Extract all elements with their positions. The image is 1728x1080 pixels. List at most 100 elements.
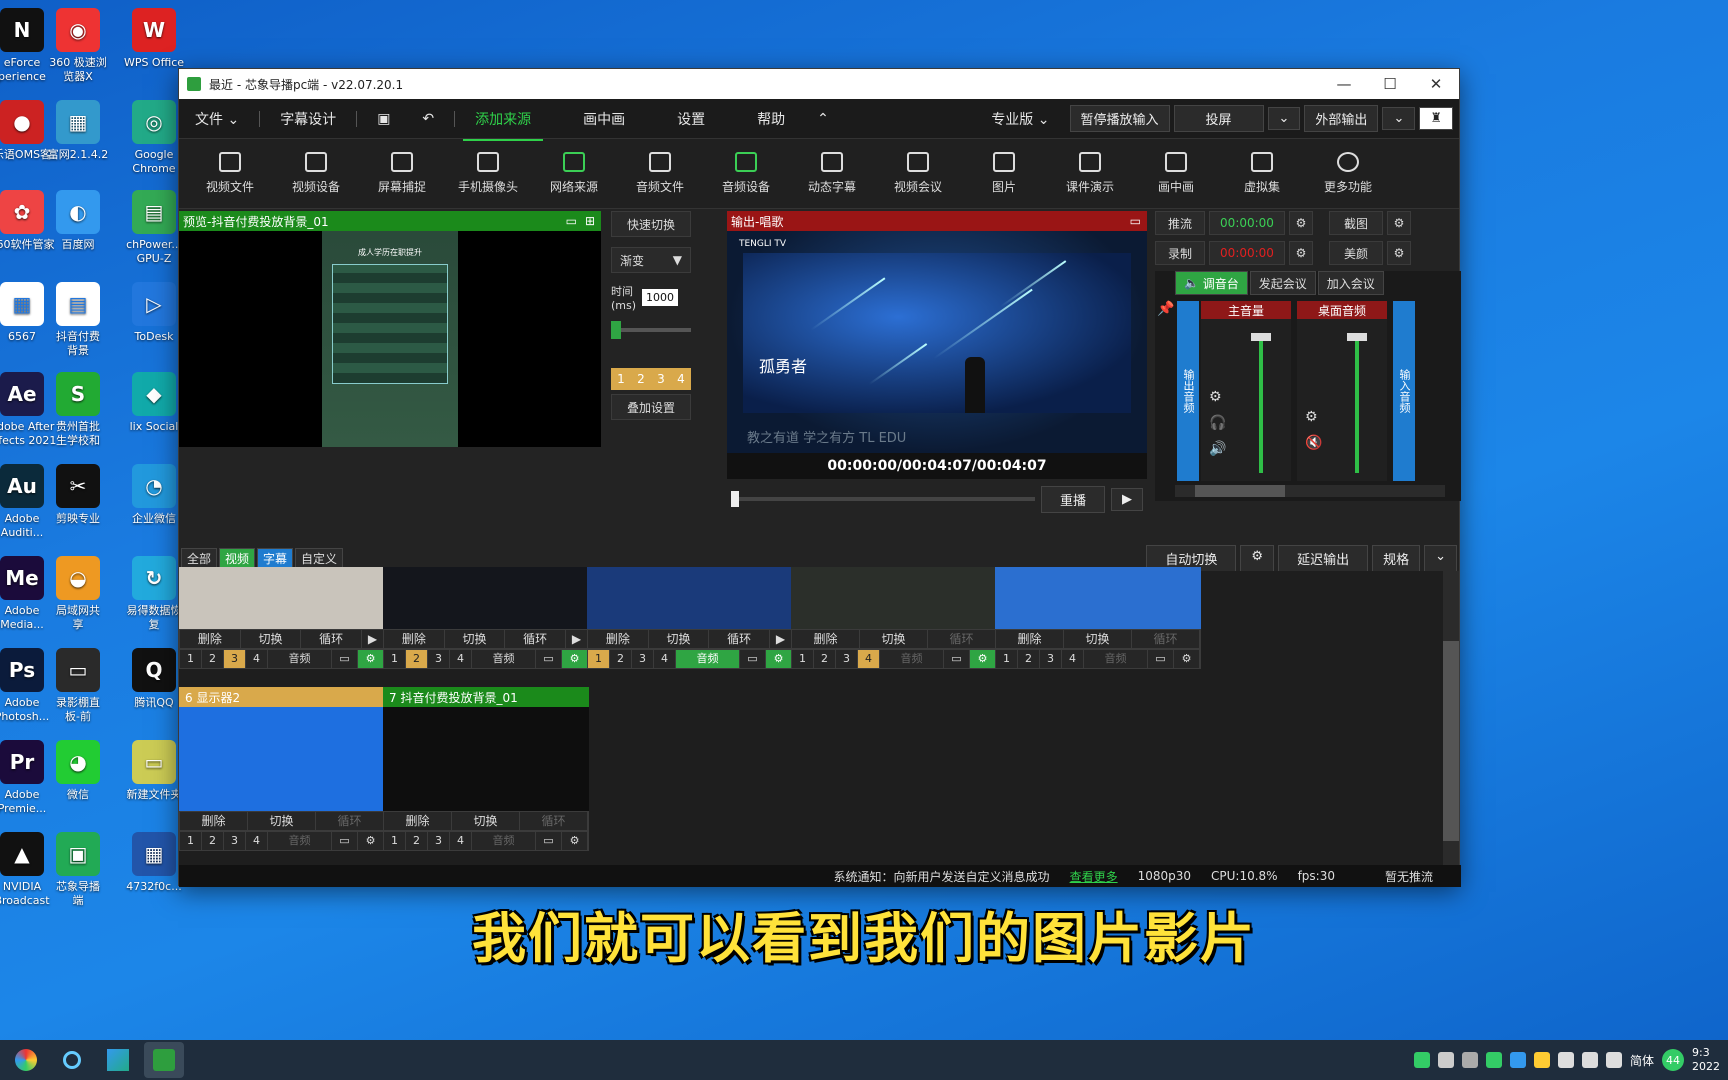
audio-toggle[interactable]: 音频 xyxy=(472,650,536,668)
desktop-icon[interactable]: ▦ 富网2.1.4.2 xyxy=(36,100,120,162)
maximize-button[interactable]: ☐ xyxy=(1367,75,1413,93)
pause-input-button[interactable]: 暂停播放输入 xyxy=(1069,105,1170,132)
tool-button[interactable]: 更多功能 xyxy=(1305,152,1391,195)
preview-screen[interactable]: 成人学历在职提升 xyxy=(179,231,601,447)
layer-number[interactable]: 4 xyxy=(246,832,268,850)
desktop-icon[interactable]: ◉ 360 极速浏 览器X xyxy=(36,8,120,84)
play-tray-icon[interactable] xyxy=(1485,1052,1502,1068)
play-icon[interactable]: ▶ xyxy=(770,630,793,648)
source-thumbnail[interactable] xyxy=(587,567,793,629)
monitor-icon[interactable]: ▭ xyxy=(536,832,562,850)
monitor-icon[interactable]: ▭ xyxy=(332,650,358,668)
audio-toggle[interactable]: 音频 xyxy=(676,650,740,668)
layer-number[interactable]: 4 xyxy=(450,832,472,850)
layer-number[interactable]: 1 xyxy=(792,650,814,668)
display-icon[interactable] xyxy=(1557,1052,1574,1068)
source-card[interactable]: 删除 切换 循环 1 2 3 4 音频 ▭ ⚙ xyxy=(791,567,997,669)
ime-indicator[interactable]: 简体 xyxy=(1630,1052,1654,1069)
monitor-icon[interactable]: ▭ xyxy=(1148,650,1174,668)
edition-select[interactable]: 专业版 ⌄ xyxy=(975,109,1065,129)
switch-button[interactable]: 切换 xyxy=(248,812,316,830)
loop-button[interactable]: 循环 xyxy=(301,630,363,648)
delete-button[interactable]: 删除 xyxy=(384,812,452,830)
tool-button[interactable]: 视频会议 xyxy=(875,152,961,195)
delete-button[interactable]: 删除 xyxy=(180,812,248,830)
main-volume-fader[interactable] xyxy=(1251,333,1271,341)
transition-slider[interactable] xyxy=(611,321,691,339)
source-scrollbar[interactable] xyxy=(1443,571,1459,865)
filter-custom[interactable]: 自定义 xyxy=(295,547,344,569)
source-thumbnail[interactable] xyxy=(179,567,385,629)
volume-icon[interactable] xyxy=(1581,1052,1598,1068)
filter-all[interactable]: 全部 xyxy=(181,547,218,569)
desktop-audio-fader[interactable] xyxy=(1347,333,1367,341)
undo-icon[interactable]: ↶ xyxy=(406,111,450,127)
network-icon[interactable] xyxy=(1509,1052,1526,1068)
layer-number[interactable]: 4 xyxy=(450,650,472,668)
desktop-icon[interactable]: ▤ 抖音付费 背景 xyxy=(36,282,120,358)
quick-switch-button[interactable]: 快速切换 xyxy=(611,211,691,237)
source-card[interactable]: 删除 切换 循环 1 2 3 4 音频 ▭ ⚙ xyxy=(995,567,1201,669)
time-input[interactable]: 1000 xyxy=(642,289,679,306)
tool-button[interactable]: 网络来源 xyxy=(531,152,617,195)
desktop-icon[interactable]: ▭ 录影棚直 板-前 xyxy=(36,648,120,724)
layer-number[interactable]: 1 xyxy=(996,650,1018,668)
tool-button[interactable]: 课件演示 xyxy=(1047,152,1133,195)
gear-icon[interactable]: ⚙ xyxy=(766,650,792,668)
gear-icon[interactable]: ⚙ xyxy=(1305,409,1318,425)
audio-toggle[interactable]: 音频 xyxy=(472,832,536,850)
loop-button[interactable]: 循环 xyxy=(316,812,384,830)
play-icon[interactable]: ▶ xyxy=(1111,487,1143,511)
switch-button[interactable]: 切换 xyxy=(241,630,302,648)
source-thumbnail[interactable] xyxy=(995,567,1201,629)
tab-pip[interactable]: 画中画 xyxy=(567,109,641,129)
play-icon[interactable]: ▶ xyxy=(362,630,385,648)
gear-icon[interactable]: ⚙ xyxy=(358,650,384,668)
delete-button[interactable]: 删除 xyxy=(996,630,1064,648)
layer-number[interactable]: 1 xyxy=(384,832,406,850)
screenshot-gear-icon[interactable]: ⚙ xyxy=(1387,211,1411,235)
switch-button[interactable]: 切换 xyxy=(649,630,710,648)
layer-number[interactable]: 2 xyxy=(202,650,224,668)
audio-toggle[interactable]: 音频 xyxy=(268,832,332,850)
clock[interactable]: 9:3 2022 xyxy=(1692,1046,1720,1074)
headphones-icon[interactable]: 🎧 xyxy=(1209,415,1226,431)
mixer-scrollbar[interactable] xyxy=(1175,485,1445,497)
tool-button[interactable]: 屏幕捕捉 xyxy=(359,152,445,195)
play-icon[interactable]: ▶ xyxy=(566,630,589,648)
source-card[interactable]: 删除 切换 循环 ▶ 1 2 3 4 音频 ▭ ⚙ xyxy=(383,567,589,669)
external-dropdown-icon[interactable]: ⌄ xyxy=(1382,107,1416,130)
switch-button[interactable]: 切换 xyxy=(1064,630,1132,648)
see-more-link[interactable]: 查看更多 xyxy=(1070,868,1118,885)
layer-number[interactable]: 1 xyxy=(588,650,610,668)
monitor-icon[interactable]: ▭ xyxy=(536,650,562,668)
gear-icon[interactable]: ⚙ xyxy=(562,832,588,850)
loop-button[interactable]: 循环 xyxy=(520,812,588,830)
layer-number[interactable]: 4 xyxy=(858,650,880,668)
gear-icon[interactable]: ⚙ xyxy=(1209,389,1222,405)
desktop-icon[interactable]: ◕ 微信 xyxy=(36,740,120,802)
menu-file[interactable]: 文件 ⌄ xyxy=(179,109,255,129)
gear-icon[interactable]: ⚙ xyxy=(358,832,384,850)
monitor-icon[interactable]: ▭ xyxy=(332,832,358,850)
join-meeting-button[interactable]: 加入会议 xyxy=(1317,271,1384,295)
source-card[interactable]: 删除 切换 循环 ▶ 1 2 3 4 音频 ▭ ⚙ xyxy=(179,567,385,669)
source-card[interactable]: 6 显示器2 删除 切换 循环 1 2 3 4 音频 ▭ ⚙ xyxy=(179,687,385,851)
gear-icon[interactable]: ⚙ xyxy=(1174,650,1200,668)
cast-button[interactable]: 投屏 xyxy=(1173,105,1264,132)
tab-help[interactable]: 帮助 xyxy=(741,109,801,129)
tab-mixer[interactable]: 🔈 调音台 xyxy=(1175,271,1248,295)
delete-button[interactable]: 删除 xyxy=(384,630,445,648)
tools-icon[interactable] xyxy=(1461,1052,1478,1068)
external-output-button[interactable]: 外部输出 xyxy=(1304,105,1379,132)
filter-video[interactable]: 视频 xyxy=(219,547,256,569)
transition-select[interactable]: 渐变 ▼ xyxy=(611,247,691,273)
layer-number[interactable]: 1 xyxy=(384,650,406,668)
layer-number[interactable]: 4 xyxy=(1062,650,1084,668)
tool-button[interactable]: 视频文件 xyxy=(187,152,273,195)
switch-button[interactable]: 切换 xyxy=(860,630,928,648)
overlay-settings-button[interactable]: 叠加设置 xyxy=(611,394,691,420)
monitor-icon[interactable]: ▭ xyxy=(740,650,766,668)
filter-subtitle[interactable]: 字幕 xyxy=(257,547,294,569)
wifi-icon[interactable] xyxy=(1605,1052,1622,1068)
